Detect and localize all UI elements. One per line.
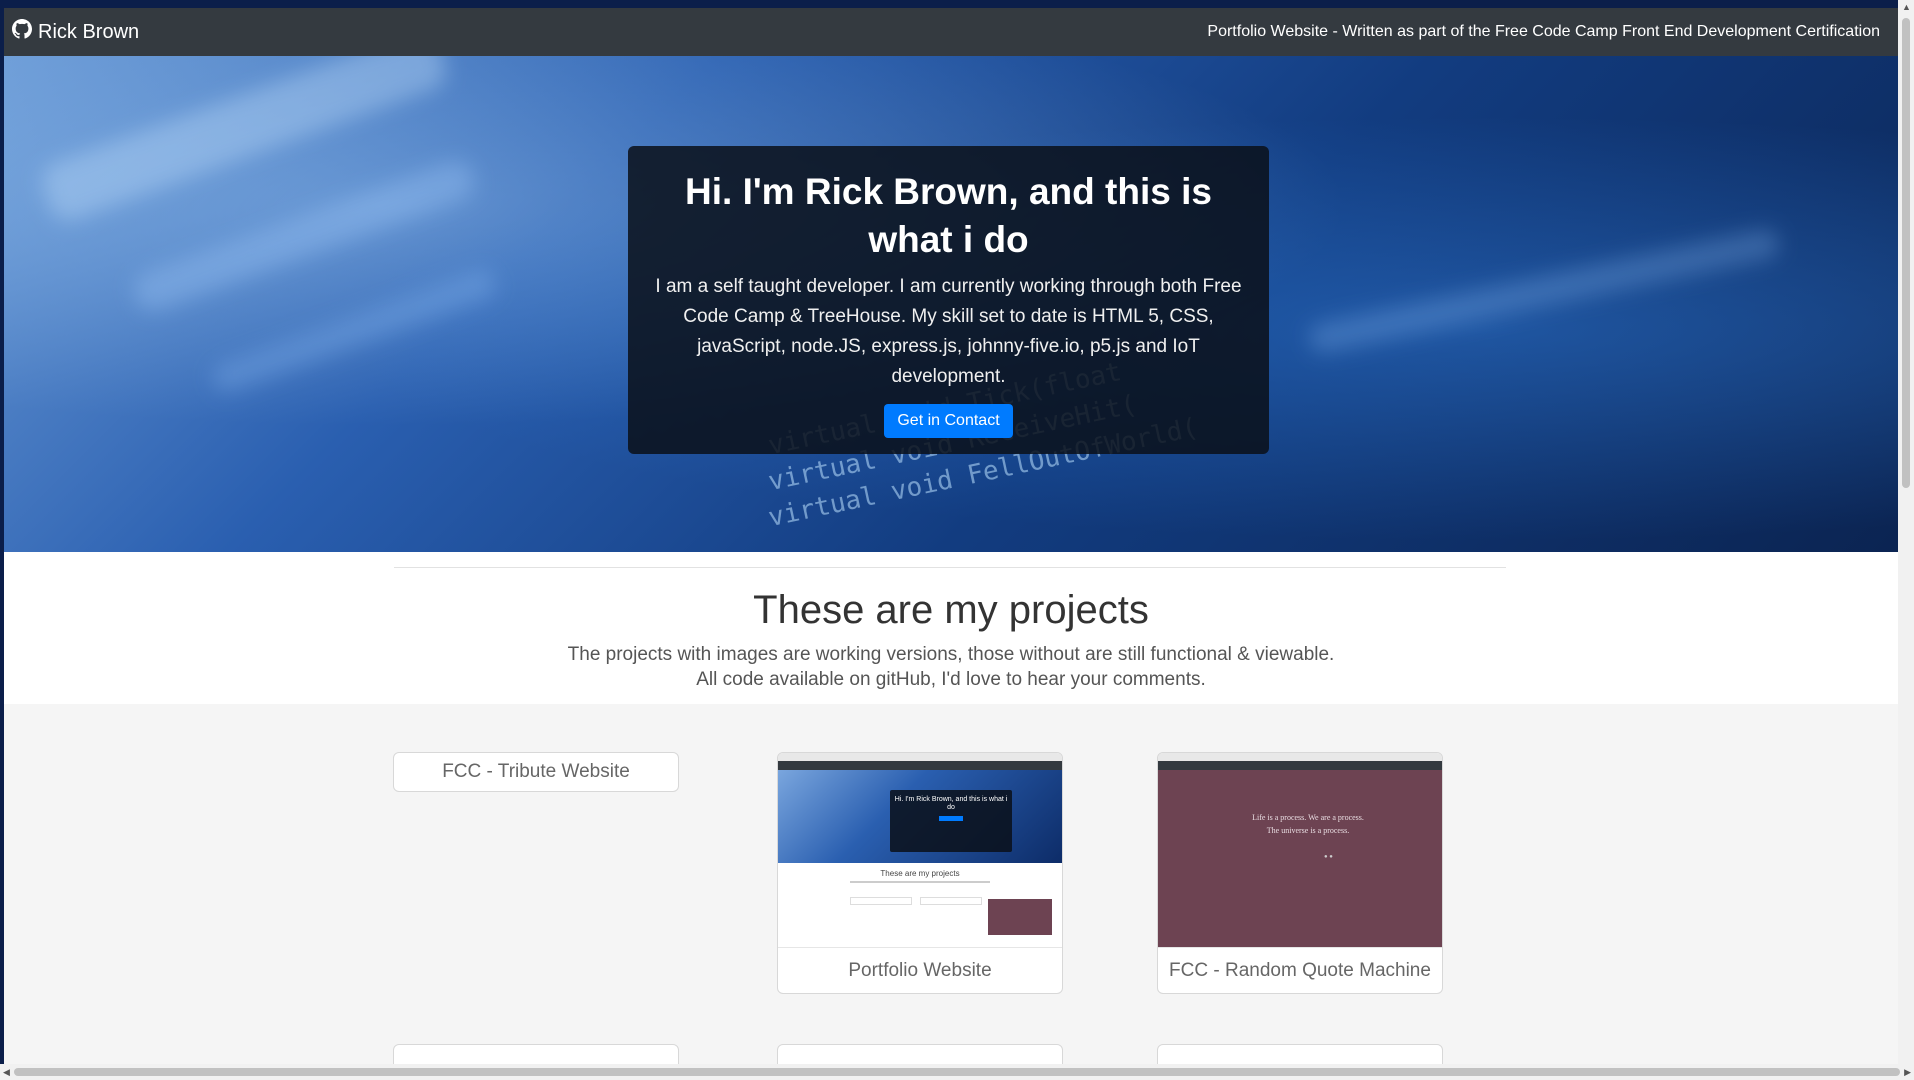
project-card-quote-machine[interactable]: Life is a process. We are a process. The…	[1157, 752, 1443, 994]
quote-thumbnail: Life is a process. We are a process. The…	[1158, 753, 1442, 948]
window-top-edge	[0, 0, 1914, 8]
thumb-hero-title: Hi. I'm Rick Brown, and this is what i d…	[894, 796, 1008, 811]
scroll-right-arrow-icon[interactable]: ▶	[1904, 1067, 1911, 1078]
project-card-portfolio[interactable]: Hi. I'm Rick Brown, and this is what i d…	[777, 752, 1063, 994]
navbar: Rick Brown Portfolio Website - Written a…	[4, 8, 1898, 56]
project-card-label: FCC - Tribute Website	[442, 761, 630, 782]
hero-section: virtual void Tick(float virtual void Rec…	[4, 56, 1898, 552]
thumb-quote-body	[1158, 770, 1442, 948]
hero-title: Hi. I'm Rick Brown, and this is what i d…	[685, 171, 1212, 260]
browser-page: Rick Brown Portfolio Website - Written a…	[0, 0, 1914, 1080]
vertical-scrollbar-thumb[interactable]	[1902, 18, 1910, 488]
thumb-text-line	[850, 881, 990, 883]
get-in-contact-button[interactable]: Get in Contact	[884, 404, 1013, 438]
thumb-browser-bar	[1158, 753, 1442, 761]
brand-name: Rick Brown	[38, 20, 140, 43]
horizontal-scrollbar[interactable]: ◀ ▶	[0, 1064, 1914, 1080]
thumb-quote-text: Life is a process. We are a process. The…	[1252, 813, 1364, 835]
thumb-card	[920, 897, 982, 905]
vertical-scrollbar[interactable]: ▲	[1898, 0, 1914, 1064]
thumb-hero-card: Hi. I'm Rick Brown, and this is what i d…	[890, 790, 1012, 852]
project-card-caption: FCC - Random Quote Machine	[1158, 947, 1442, 993]
thumb-card	[850, 897, 912, 905]
hero-bg-blur-3	[207, 265, 501, 397]
thumb-quote-card	[988, 899, 1052, 935]
thumb-navbar	[778, 761, 1062, 770]
hero-card: Hi. I'm Rick Brown, and this is what i d…	[628, 146, 1269, 454]
projects-subtitle-line: All code available on gitHub, I'd love t…	[696, 669, 1206, 690]
hero-description: I am a self taught developer. I am curre…	[655, 276, 1242, 387]
hero-bg-blur-4	[1306, 226, 1782, 356]
projects-title: These are my projects	[753, 588, 1149, 632]
thumb-contact-button	[939, 816, 963, 821]
projects-header: These are my projects The projects with …	[4, 552, 1898, 704]
thumb-browser-bar	[778, 753, 1062, 761]
project-card-tribute[interactable]: FCC - Tribute Website	[393, 752, 679, 792]
thumb-projects-title: These are my projects	[880, 869, 960, 878]
horizontal-scrollbar-thumb[interactable]	[14, 1068, 1900, 1076]
thumb-navbar	[1158, 761, 1442, 770]
scroll-left-arrow-icon[interactable]: ◀	[3, 1067, 10, 1078]
projects-gallery: FCC - Tribute Website Hi. I'm Rick Brown…	[4, 704, 1898, 1080]
projects-subtitle-line: The projects with images are working ver…	[567, 644, 1335, 665]
projects-subtitle: The projects with images are working ver…	[4, 642, 1898, 692]
portfolio-thumbnail: Hi. I'm Rick Brown, and this is what i d…	[778, 753, 1062, 948]
thumb-quote-dots: ● ●	[1324, 854, 1333, 860]
thumb-body: These are my projects	[778, 863, 1062, 948]
project-card-caption: Portfolio Website	[778, 947, 1062, 993]
divider	[394, 567, 1506, 568]
brand-link[interactable]: Rick Brown	[12, 19, 139, 45]
scroll-up-arrow-icon[interactable]: ▲	[1902, 2, 1911, 12]
navbar-tagline: Portfolio Website - Written as part of t…	[1207, 23, 1880, 40]
github-icon	[12, 19, 32, 45]
thumb-hero: Hi. I'm Rick Brown, and this is what i d…	[778, 770, 1062, 863]
